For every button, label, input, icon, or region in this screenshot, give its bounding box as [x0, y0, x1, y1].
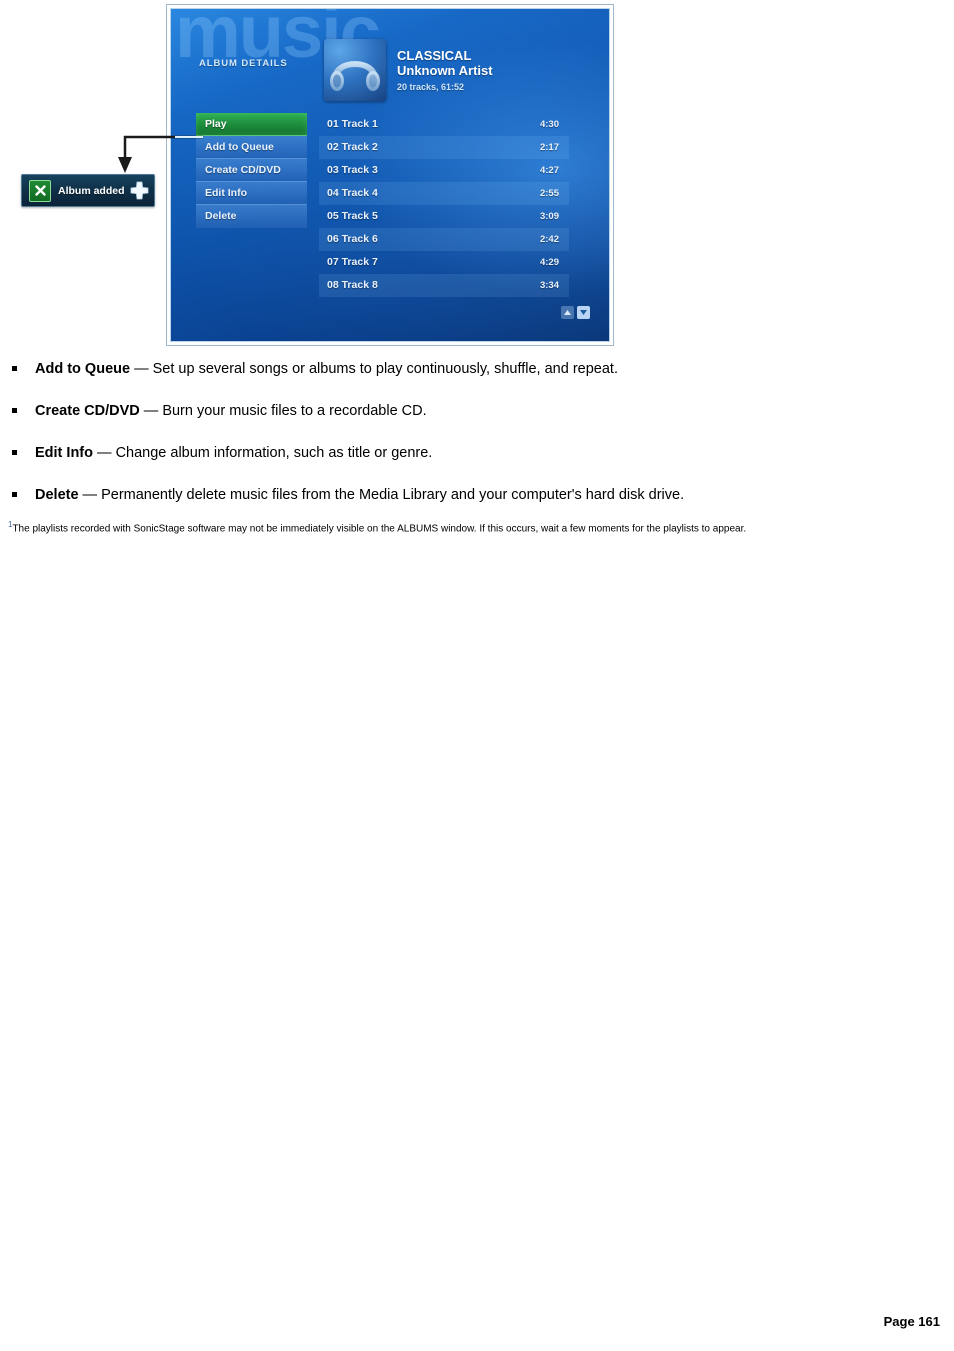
page-footer: Page 161	[0, 1314, 954, 1329]
media-center-screen-border: music ALBUM DETAILS CLASSICAL Unknown Ar…	[170, 8, 610, 342]
list-item: Add to Queue — Set up several songs or a…	[0, 360, 954, 378]
bullet-description: Change album information, such as title …	[115, 445, 433, 461]
album-track-stats: 20 tracks, 61:52	[397, 82, 465, 92]
track-row[interactable]: 02 Track 2 2:17	[319, 136, 569, 159]
footnote-text: The playlists recorded with SonicStage s…	[12, 523, 747, 535]
bullet-term: Delete	[35, 487, 79, 503]
bullet-dash: —	[93, 445, 116, 461]
bullet-marker-icon	[12, 366, 17, 371]
track-duration: 2:42	[539, 234, 559, 245]
plus-icon	[129, 180, 150, 201]
bullet-dash: —	[139, 403, 163, 419]
track-duration: 2:17	[539, 142, 559, 153]
list-item: Create CD/DVD — Burn your music files to…	[0, 402, 954, 420]
track-row[interactable]: 08 Track 8 3:34	[319, 274, 569, 297]
list-item: Delete — Permanently delete music files …	[0, 486, 954, 504]
media-center-screen: music ALBUM DETAILS CLASSICAL Unknown Ar…	[171, 9, 609, 341]
page-number: Page 161	[883, 1314, 940, 1329]
list-item: Edit Info — Change album information, su…	[0, 444, 954, 462]
bullet-dash: —	[78, 487, 102, 503]
track-name: 07 Track 7	[327, 256, 378, 268]
menu-item-play[interactable]: Play	[196, 113, 307, 136]
track-row[interactable]: 03 Track 3 4:27	[319, 159, 569, 182]
track-row[interactable]: 07 Track 7 4:29	[319, 251, 569, 274]
album-added-label: Album added	[58, 184, 125, 197]
menu-item-delete[interactable]: Delete	[196, 205, 307, 228]
menu-item-add-to-queue[interactable]: Add to Queue	[196, 136, 307, 159]
headphones-icon	[324, 39, 386, 101]
track-duration: 4:27	[539, 165, 559, 176]
track-row[interactable]: 06 Track 6 2:42	[319, 228, 569, 251]
menu-item-edit-info[interactable]: Edit Info	[196, 182, 307, 205]
bullet-marker-icon	[12, 492, 17, 497]
track-duration: 4:29	[539, 257, 559, 268]
track-row[interactable]: 05 Track 5 3:09	[319, 205, 569, 228]
album-artist: Unknown Artist	[397, 63, 493, 78]
album-details-label: ALBUM DETAILS	[199, 58, 288, 69]
menu-item-create-cd-dvd[interactable]: Create CD/DVD	[196, 159, 307, 182]
x-mark-icon	[29, 179, 51, 202]
bullet-marker-icon	[12, 408, 17, 413]
album-actions-menu: Play Add to Queue Create CD/DVD Edit Inf…	[196, 113, 307, 228]
track-row[interactable]: 04 Track 4 2:55	[319, 182, 569, 205]
bullet-term: Add to Queue	[35, 361, 131, 377]
bullet-description: Burn your music files to a recordable CD…	[162, 403, 427, 419]
track-duration: 4:30	[539, 119, 559, 130]
track-duration: 2:55	[539, 188, 559, 199]
bullet-marker-icon	[12, 450, 17, 455]
track-row[interactable]: 01 Track 1 4:30	[319, 113, 569, 136]
track-name: 02 Track 2	[327, 141, 378, 153]
track-name: 04 Track 4	[327, 187, 378, 199]
album-title: CLASSICAL	[397, 48, 472, 63]
track-duration: 3:09	[539, 211, 559, 222]
track-name: 06 Track 6	[327, 233, 378, 245]
chevron-up-icon[interactable]	[561, 306, 574, 319]
bullet-dash: —	[130, 361, 153, 377]
footnote: 1The playlists recorded with SonicStage …	[0, 518, 954, 535]
track-list-scroll-controls	[561, 306, 590, 319]
chevron-down-icon[interactable]	[577, 306, 590, 319]
track-list: 01 Track 1 4:30 02 Track 2 2:17 03 Track…	[319, 113, 569, 297]
track-name: 05 Track 5	[327, 210, 378, 222]
media-center-screenshot-frame: music ALBUM DETAILS CLASSICAL Unknown Ar…	[166, 4, 614, 346]
album-meta: CLASSICAL Unknown Artist 20 tracks, 61:5…	[397, 48, 597, 92]
bullet-term: Create CD/DVD	[35, 403, 140, 419]
track-name: 03 Track 3	[327, 164, 378, 176]
track-duration: 3:34	[539, 280, 559, 291]
body-content: Add to Queue — Set up several songs or a…	[0, 360, 954, 535]
track-name: 01 Track 1	[327, 118, 378, 130]
bullet-description: Permanently delete music files from the …	[101, 487, 685, 503]
bullet-description: Set up several songs or albums to play c…	[152, 361, 618, 377]
album-added-notification: Album added	[21, 174, 155, 207]
bullet-term: Edit Info	[35, 445, 93, 461]
figure-region: music ALBUM DETAILS CLASSICAL Unknown Ar…	[0, 0, 954, 355]
track-name: 08 Track 8	[327, 279, 378, 291]
